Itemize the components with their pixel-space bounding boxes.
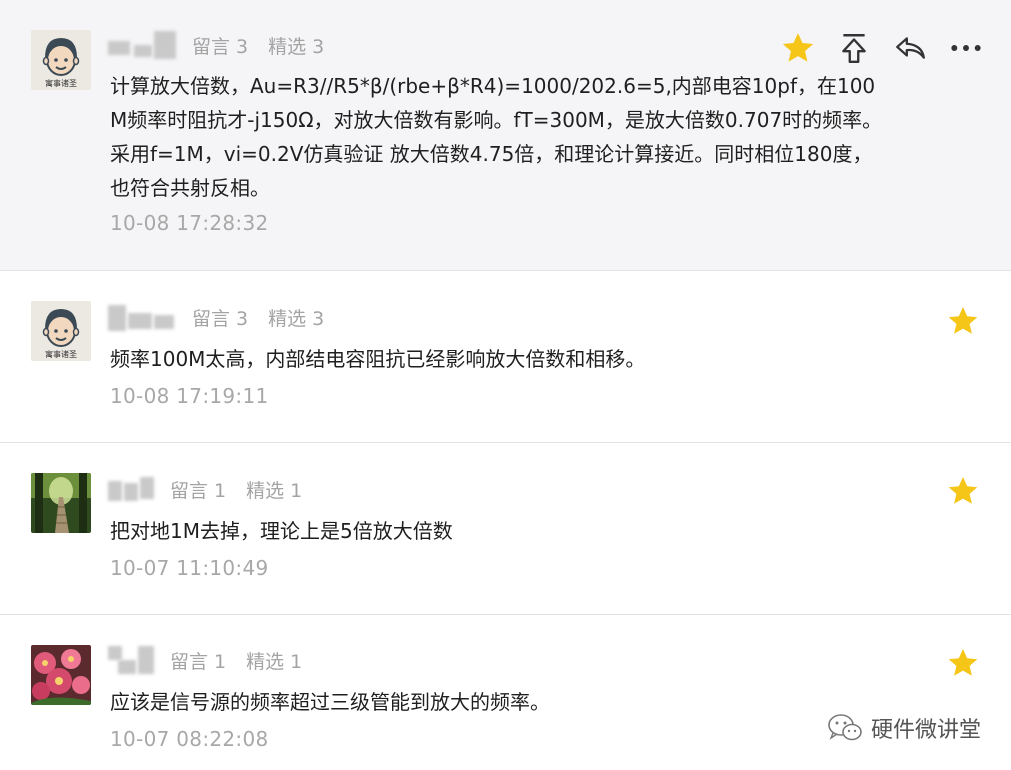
watermark: 硬件微讲堂 [827, 712, 981, 744]
selected-count: 精选 3 [268, 35, 325, 58]
cartoon-face-icon: 寓事诸圣 [31, 30, 91, 90]
comment-time: 10-07 08:22:08 [110, 727, 269, 751]
star-icon[interactable] [947, 475, 979, 507]
comment-item: 留言 1 精选 1 把对地1M去掉，理论上是5倍放大倍数 10-07 11:10… [0, 443, 1011, 615]
message-count: 留言 3 [192, 35, 249, 58]
avatar[interactable]: 寓事诸圣 [31, 301, 91, 361]
cartoon-face-icon: 寓事诸圣 [31, 301, 91, 361]
watermark-label: 硬件微讲堂 [870, 718, 981, 743]
avatar[interactable] [31, 645, 91, 705]
comment-meta: 留言 3 精选 3 [108, 302, 344, 332]
more-icon[interactable] [949, 31, 983, 65]
comment-actions [781, 31, 983, 65]
pin-to-top-icon[interactable] [837, 31, 871, 65]
selected-count: 精选 1 [246, 650, 303, 673]
star-icon[interactable] [781, 31, 815, 65]
comment-time: 10-07 11:10:49 [110, 556, 269, 580]
message-count: 留言 1 [170, 650, 227, 673]
comment-item: 留言 1 精选 1 应该是信号源的频率超过三级管能到放大的频率。 10-07 0… [0, 615, 1011, 770]
author-name-blurred[interactable] [108, 303, 178, 331]
comment-text: 把对地1M去掉，理论上是5倍放大倍数 [110, 519, 453, 543]
comment-text: 频率100M太高，内部结电容阻抗已经影响放大倍数和相移。 [110, 347, 646, 371]
comment-meta: 留言 3 精选 3 [108, 30, 344, 60]
comment-text: 应该是信号源的频率超过三级管能到放大的频率。 [110, 690, 550, 714]
selected-count: 精选 1 [246, 479, 303, 502]
wechat-icon [828, 714, 862, 741]
star-icon[interactable] [947, 305, 979, 337]
comment-time: 10-08 17:28:32 [110, 211, 269, 235]
avatar-caption: 寓事诸圣 [45, 349, 77, 359]
forest-path-icon [31, 473, 91, 533]
flowers-icon [31, 645, 91, 705]
avatar[interactable]: 寓事诸圣 [31, 30, 91, 90]
selected-count: 精选 3 [268, 307, 325, 330]
avatar-caption: 寓事诸圣 [45, 78, 77, 88]
comment-meta: 留言 1 精选 1 [108, 645, 322, 675]
author-name-blurred[interactable] [108, 475, 156, 503]
comment-item: 寓事诸圣 留言 3 精选 3 频率100M太高，内部结电容阻抗已经影响放大倍数和… [0, 271, 1011, 443]
reply-icon[interactable] [893, 31, 927, 65]
avatar[interactable] [31, 473, 91, 533]
comment-meta: 留言 1 精选 1 [108, 474, 322, 504]
author-name-blurred[interactable] [108, 31, 178, 59]
comment-time: 10-08 17:19:11 [110, 384, 269, 408]
comment-item: 寓事诸圣 留言 3 精选 3 计算放大倍数，Au=R3//R5*β/(rbe+β… [0, 0, 1011, 271]
author-name-blurred[interactable] [108, 646, 156, 674]
message-count: 留言 1 [170, 479, 227, 502]
star-icon[interactable] [947, 647, 979, 679]
message-count: 留言 3 [192, 307, 249, 330]
comment-text: 计算放大倍数，Au=R3//R5*β/(rbe+β*R4)=1000/202.6… [110, 74, 883, 200]
